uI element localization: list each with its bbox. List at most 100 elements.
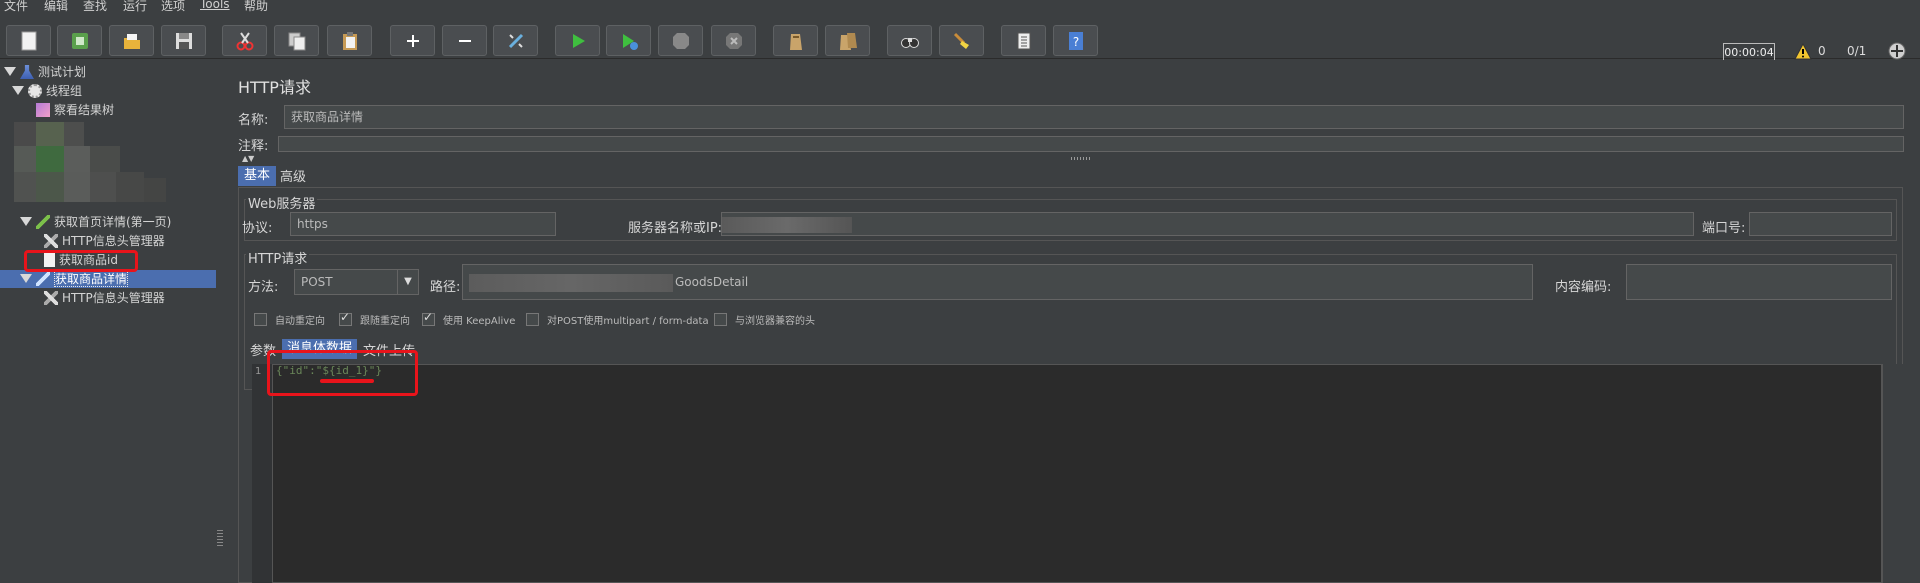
path-label: 路径: bbox=[430, 280, 461, 295]
help-button[interactable]: ? bbox=[1053, 25, 1098, 56]
wrench-icon bbox=[44, 234, 58, 248]
test-plan-tree: 测试计划 线程组 察看结果树 获取首页详情(第一页) HTTP信息头管理器 获取… bbox=[0, 60, 217, 583]
menu-bar: 文件 编辑 查找 运行 选项 Tools 帮助 bbox=[0, 0, 1920, 13]
method-select[interactable]: POST ▼ bbox=[294, 269, 419, 295]
stop-button[interactable] bbox=[658, 25, 703, 56]
new-icon bbox=[21, 31, 36, 50]
clear-all-button[interactable] bbox=[825, 25, 870, 56]
collapse-triangle-icon[interactable] bbox=[12, 86, 24, 95]
path-field[interactable]: GoodsDetail bbox=[462, 264, 1533, 300]
checkbox-box[interactable] bbox=[714, 313, 727, 326]
expand-all-button[interactable] bbox=[390, 25, 435, 56]
toggle-button[interactable] bbox=[493, 25, 538, 56]
highlight-annotation bbox=[24, 250, 138, 272]
redacted-block bbox=[36, 172, 64, 202]
method-label: 方法: bbox=[248, 280, 279, 295]
tree-node-sampler-home[interactable]: 获取首页详情(第一页) bbox=[20, 213, 171, 231]
copy-button[interactable] bbox=[274, 25, 319, 56]
underline-annotation bbox=[320, 379, 374, 383]
checkbox-box[interactable] bbox=[422, 310, 435, 326]
protocol-field[interactable]: https bbox=[290, 212, 556, 236]
tree-node-test-plan[interactable]: 测试计划 bbox=[4, 63, 86, 81]
redacted-block bbox=[64, 146, 90, 172]
start-button[interactable] bbox=[555, 25, 600, 56]
collapse-arrows-icon[interactable]: ▲▼ bbox=[242, 154, 254, 163]
server-label: 服务器名称或IP: bbox=[628, 221, 723, 236]
start-no-pauses-button[interactable] bbox=[606, 25, 651, 56]
warning-count: 0 bbox=[1818, 44, 1826, 58]
menu-tools[interactable]: Tools bbox=[200, 0, 230, 11]
tree-splitter[interactable] bbox=[216, 60, 224, 583]
templates-button[interactable] bbox=[57, 25, 102, 56]
expand-icon bbox=[406, 34, 419, 47]
encoding-label: 内容编码: bbox=[1555, 280, 1612, 295]
auto-redirect-checkbox[interactable]: 自动重定向 bbox=[254, 312, 325, 327]
save-button[interactable] bbox=[161, 25, 206, 56]
encoding-field[interactable] bbox=[1626, 264, 1892, 300]
flask-icon bbox=[20, 65, 34, 79]
name-field[interactable]: 获取商品详情 bbox=[284, 105, 1904, 129]
follow-redirect-checkbox[interactable]: 跟随重定向 bbox=[339, 310, 410, 327]
editor-scrollbar[interactable] bbox=[1882, 364, 1920, 583]
elapsed-timer: 00:00:04 bbox=[1723, 43, 1775, 61]
server-field[interactable] bbox=[721, 212, 1694, 236]
checkbox-box[interactable] bbox=[526, 313, 539, 326]
tree-node-thread-group[interactable]: 线程组 bbox=[12, 82, 82, 100]
reset-search-button[interactable] bbox=[939, 25, 984, 56]
cut-icon bbox=[236, 31, 253, 50]
open-button[interactable] bbox=[109, 25, 154, 56]
clear-button[interactable] bbox=[773, 25, 818, 56]
redacted-block bbox=[64, 122, 84, 146]
highlight-annotation bbox=[267, 350, 418, 396]
page-title: HTTP请求 bbox=[238, 78, 311, 97]
tree-node-sampler-detail[interactable]: 获取商品详情 bbox=[0, 270, 216, 288]
paste-button[interactable] bbox=[327, 25, 372, 56]
function-helper-button[interactable] bbox=[1001, 25, 1046, 56]
line-gutter: 1 bbox=[252, 364, 273, 583]
splitter-grip[interactable] bbox=[1071, 157, 1091, 160]
collapse-all-button[interactable] bbox=[442, 25, 487, 56]
active-threads: 0/1 bbox=[1847, 44, 1867, 58]
chevron-down-icon[interactable]: ▼ bbox=[397, 270, 418, 294]
tree-node-view-results[interactable]: 察看结果树 bbox=[36, 101, 114, 119]
tab-basic[interactable]: 基本 bbox=[238, 166, 277, 186]
path-value: GoodsDetail bbox=[675, 275, 749, 289]
redacted-block bbox=[116, 172, 144, 202]
clear-icon bbox=[789, 33, 802, 50]
redacted-block bbox=[36, 146, 64, 172]
body-data-editor[interactable] bbox=[252, 364, 1882, 583]
line-number: 1 bbox=[255, 366, 262, 377]
copy-icon bbox=[288, 32, 305, 50]
checkbox-box[interactable] bbox=[254, 313, 267, 326]
browser-headers-checkbox[interactable]: 与浏览器兼容的头 bbox=[714, 312, 815, 327]
cut-button[interactable] bbox=[222, 25, 267, 56]
multipart-checkbox[interactable]: 对POST使用multipart / form-data bbox=[526, 312, 709, 327]
toggle-icon bbox=[508, 33, 523, 48]
collapse-icon bbox=[458, 39, 471, 42]
chart-icon bbox=[36, 103, 50, 117]
splitter-grip[interactable] bbox=[217, 530, 223, 546]
search-button[interactable] bbox=[887, 25, 932, 56]
redacted-block bbox=[14, 146, 36, 172]
tree-node-header-manager-2[interactable]: HTTP信息头管理器 bbox=[44, 289, 165, 307]
save-icon bbox=[175, 32, 192, 49]
redacted-block bbox=[90, 146, 120, 172]
template-icon bbox=[71, 32, 88, 49]
redacted-block bbox=[469, 273, 673, 292]
comment-field[interactable] bbox=[278, 136, 1904, 152]
new-button[interactable] bbox=[6, 25, 51, 56]
port-field[interactable] bbox=[1749, 212, 1892, 236]
gear-icon bbox=[28, 84, 42, 98]
tab-advanced[interactable]: 高级 bbox=[274, 168, 312, 188]
redacted-block bbox=[722, 217, 852, 233]
collapse-triangle-icon[interactable] bbox=[4, 67, 16, 76]
collapse-triangle-icon[interactable] bbox=[20, 217, 32, 226]
collapse-triangle-icon[interactable] bbox=[20, 274, 32, 283]
help-icon: ? bbox=[1068, 31, 1083, 50]
shutdown-button[interactable] bbox=[711, 25, 756, 56]
name-label: 名称: bbox=[238, 113, 269, 128]
tree-node-header-manager-1[interactable]: HTTP信息头管理器 bbox=[44, 232, 165, 250]
warning-icon[interactable] bbox=[1794, 43, 1812, 60]
keepalive-checkbox[interactable]: 使用 KeepAlive bbox=[422, 310, 515, 327]
checkbox-box[interactable] bbox=[339, 310, 352, 326]
